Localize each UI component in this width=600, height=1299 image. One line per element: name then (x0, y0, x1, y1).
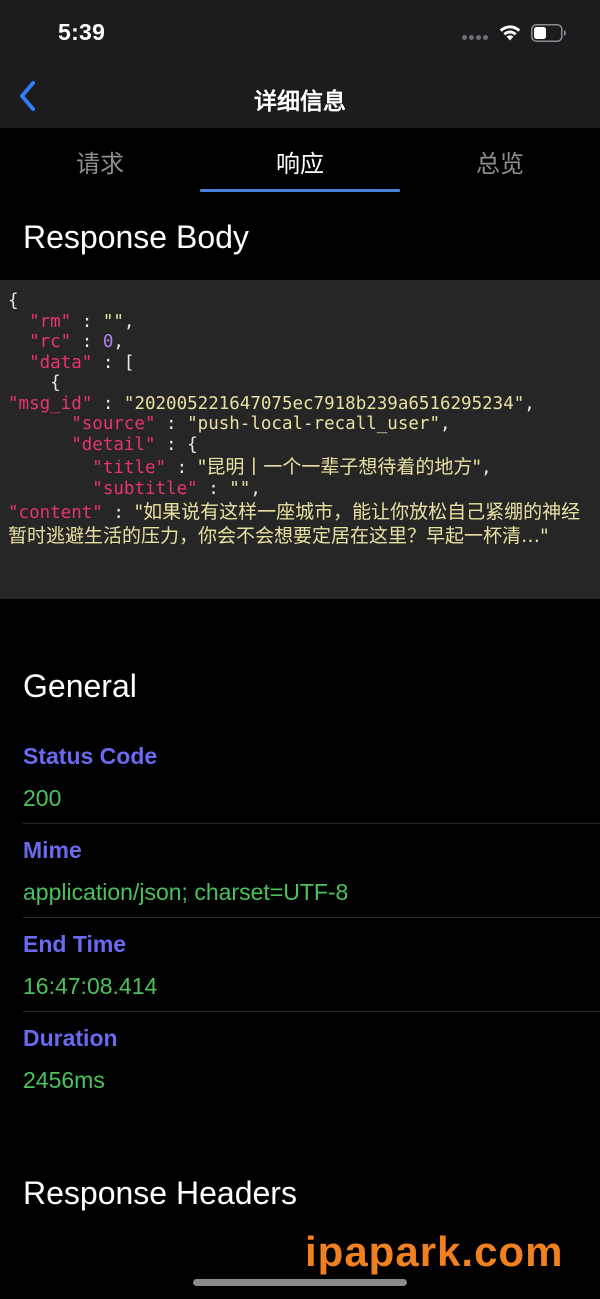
json-value-title: "昆明丨一个一辈子想待着的地方" (197, 456, 482, 478)
battery-icon (531, 24, 566, 42)
response-headers-title: Response Headers (23, 1175, 297, 1211)
end-time-value: 16:47:08.414 (23, 973, 158, 999)
segmented-tabs: 请求 响应 总览 (0, 128, 600, 194)
status-bar: 5:39 (0, 0, 600, 64)
json-value-source: "push-local-recall_user" (187, 414, 440, 434)
json-key-rc: "rc" (29, 332, 72, 352)
json-value-subtitle: "" (229, 479, 251, 499)
home-indicator[interactable] (193, 1279, 407, 1286)
response-body-code-block[interactable]: { "rm" : "", "rc" : 0, "data" : [ { "msg… (0, 280, 600, 599)
mime-label: Mime (23, 837, 82, 863)
divider (23, 917, 600, 918)
page-title: 详细信息 (254, 89, 346, 115)
status-code-label: Status Code (23, 743, 158, 769)
watermark-text: ipapark.com (305, 1228, 564, 1275)
json-key-data: "data" (29, 352, 93, 373)
navigation-bar: 详细信息 (0, 64, 600, 128)
json-key-content: "content" (8, 502, 103, 523)
json-viewer: { "rm" : "", "rc" : 0, "data" : [ { "msg… (8, 291, 581, 547)
json-key-title: "title" (92, 458, 167, 478)
duration-value: 2456ms (23, 1067, 105, 1093)
json-key-rm: "rm" (29, 311, 72, 332)
json-key-subtitle: "subtitle" (92, 479, 198, 499)
json-key-detail: "detail" (71, 434, 156, 455)
tab-overview[interactable]: 总览 (400, 144, 600, 179)
json-value-msg-id: "202005221647075ec7918b239a6516295234" (123, 393, 525, 414)
mime-value: application/json; charset=UTF-8 (23, 879, 349, 905)
json-value-rm: "" (102, 311, 124, 332)
json-key-msg-id: "msg_id" (8, 393, 93, 414)
status-time: 5:39 (58, 19, 106, 45)
json-value-rc: 0 (102, 332, 114, 352)
status-code-value: 200 (23, 785, 62, 811)
tab-response[interactable]: 响应 (200, 144, 400, 179)
tab-request[interactable]: 请求 (0, 144, 200, 179)
wifi-icon (499, 25, 521, 41)
divider (23, 823, 600, 824)
duration-label: Duration (23, 1025, 118, 1051)
end-time-label: End Time (23, 931, 127, 957)
divider (23, 1011, 600, 1012)
response-body-title: Response Body (23, 219, 249, 255)
json-key-source: "source" (71, 414, 156, 434)
general-title: General (23, 668, 137, 704)
active-tab-indicator (200, 189, 400, 192)
cellular-signal-icon (462, 35, 488, 41)
